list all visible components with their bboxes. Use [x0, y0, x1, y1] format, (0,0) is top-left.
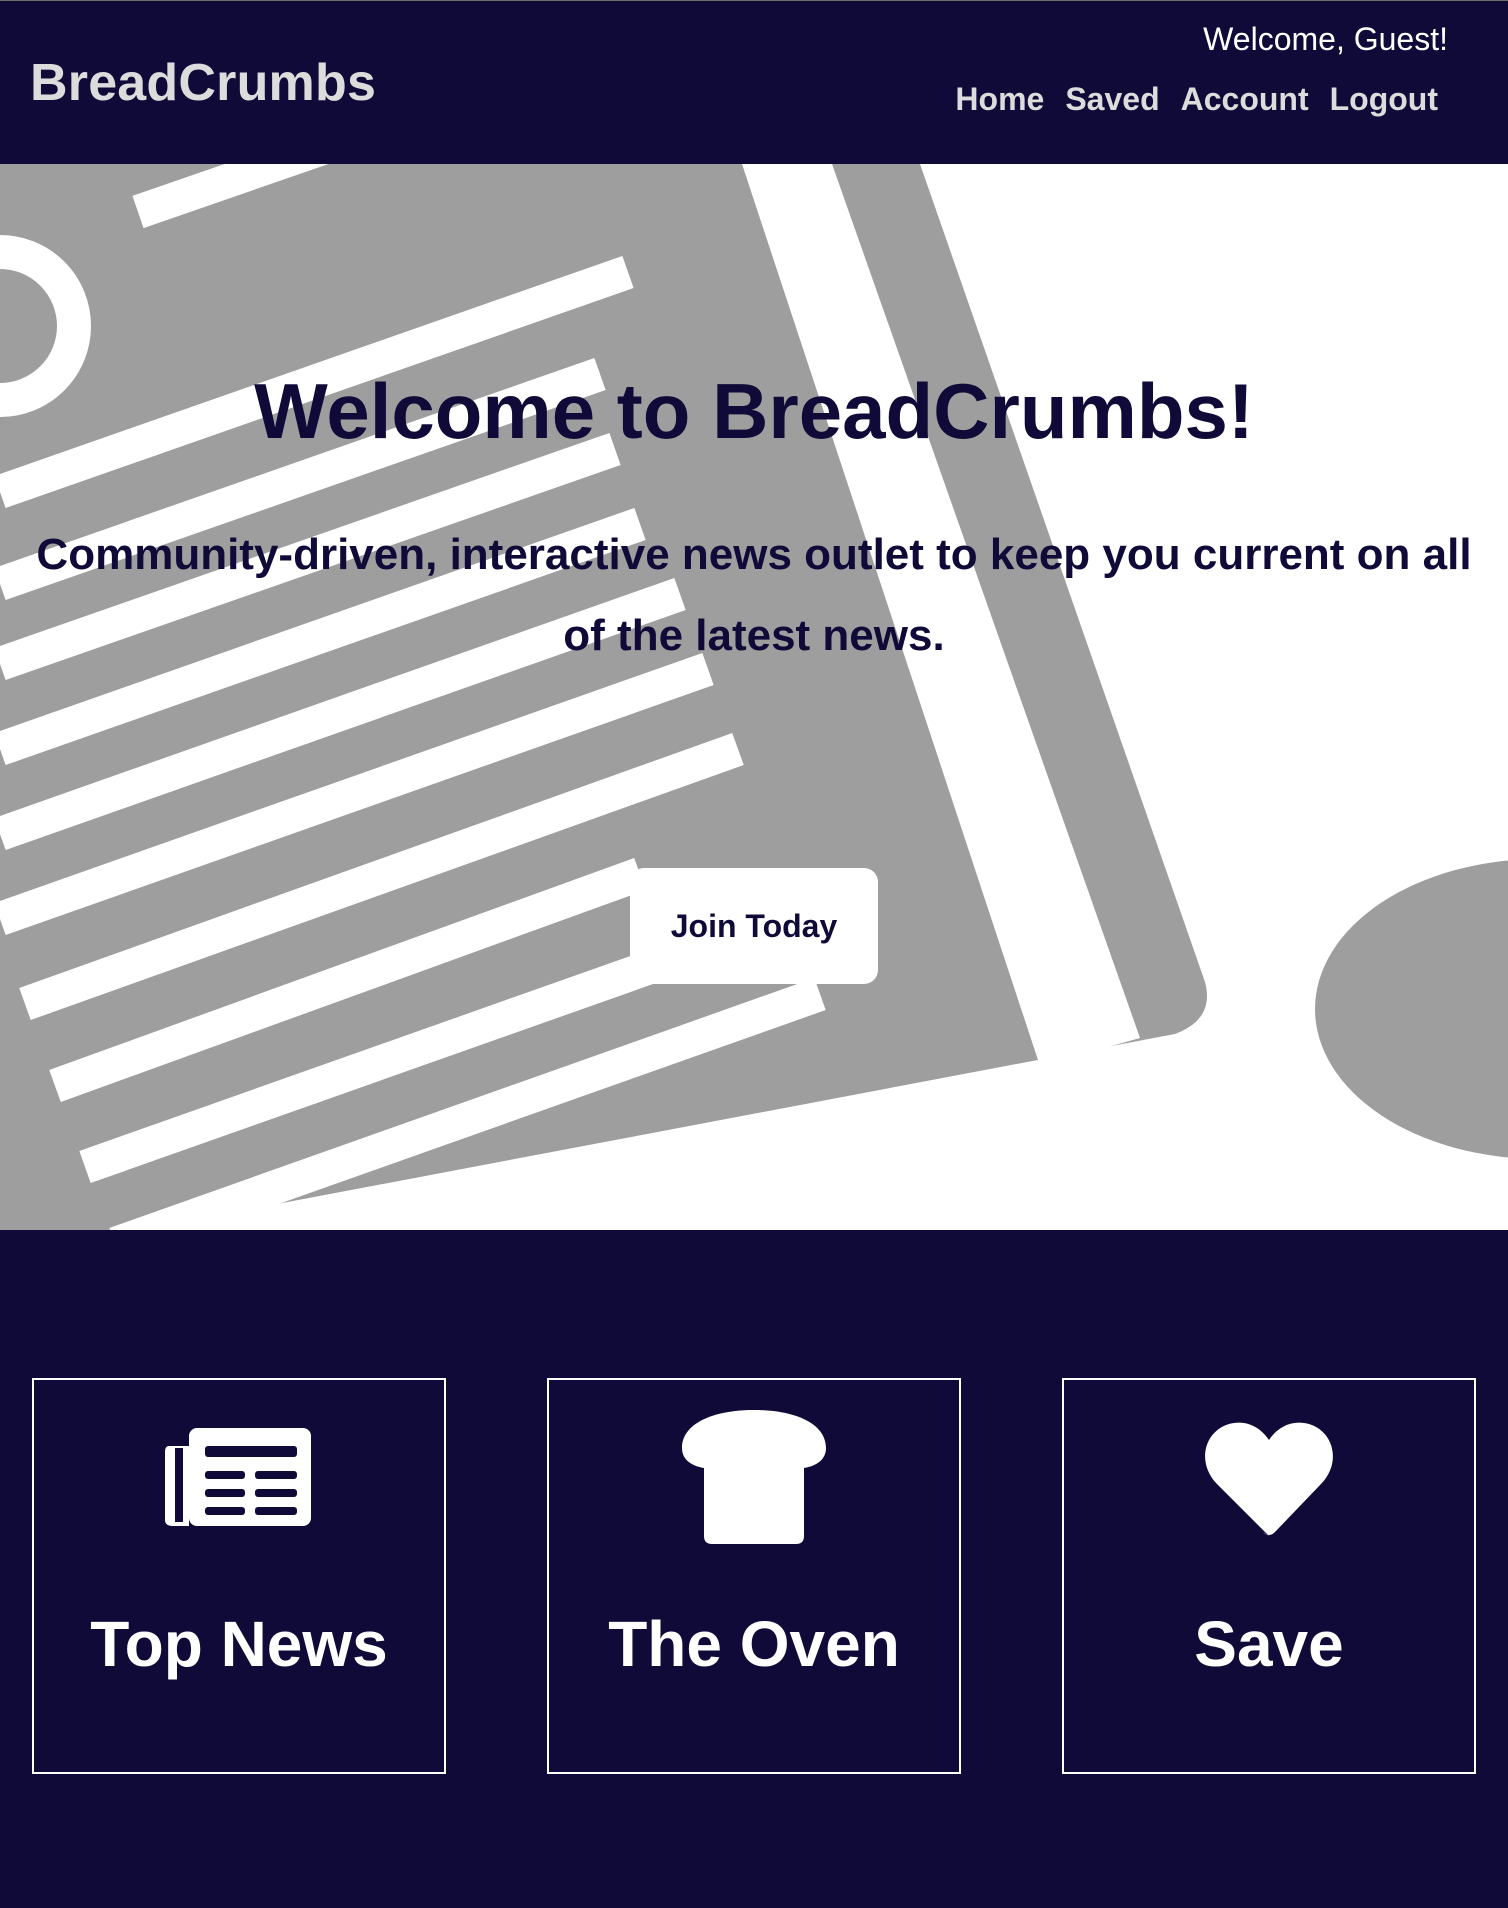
hero-subtitle: Community-driven, interactive news outle… — [36, 530, 1472, 660]
nav-account-link[interactable]: Account — [1181, 83, 1309, 115]
newspaper-icon — [165, 1428, 311, 1526]
nav-saved-link[interactable]: Saved — [1065, 83, 1159, 115]
feature-label-top-news: Top News — [90, 1608, 388, 1680]
main-nav: Home Saved Account Logout — [955, 83, 1438, 115]
feature-card-save[interactable]: Save — [1062, 1378, 1476, 1774]
feature-card-top-news[interactable]: Top News — [32, 1378, 446, 1774]
welcome-message: Welcome, Guest! — [1203, 21, 1448, 57]
features-section: Top News The Oven Save — [0, 1230, 1508, 1908]
bread-icon — [682, 1410, 826, 1544]
hero-title: Welcome to BreadCrumbs! — [254, 367, 1254, 455]
hero-section: Welcome to BreadCrumbs! Community-driven… — [0, 164, 1508, 1230]
feature-label-the-oven: The Oven — [608, 1608, 900, 1680]
brand-logo[interactable]: BreadCrumbs — [30, 57, 376, 109]
feature-card-the-oven[interactable]: The Oven — [547, 1378, 961, 1774]
join-today-button[interactable]: Join Today — [630, 868, 878, 984]
site-header: BreadCrumbs Welcome, Guest! Home Saved A… — [0, 0, 1508, 164]
nav-home-link[interactable]: Home — [955, 83, 1044, 115]
heart-icon — [1205, 1422, 1333, 1536]
nav-logout-link[interactable]: Logout — [1330, 83, 1438, 115]
feature-label-save: Save — [1194, 1608, 1344, 1680]
hero-newspaper-graphic — [0, 164, 1508, 1230]
